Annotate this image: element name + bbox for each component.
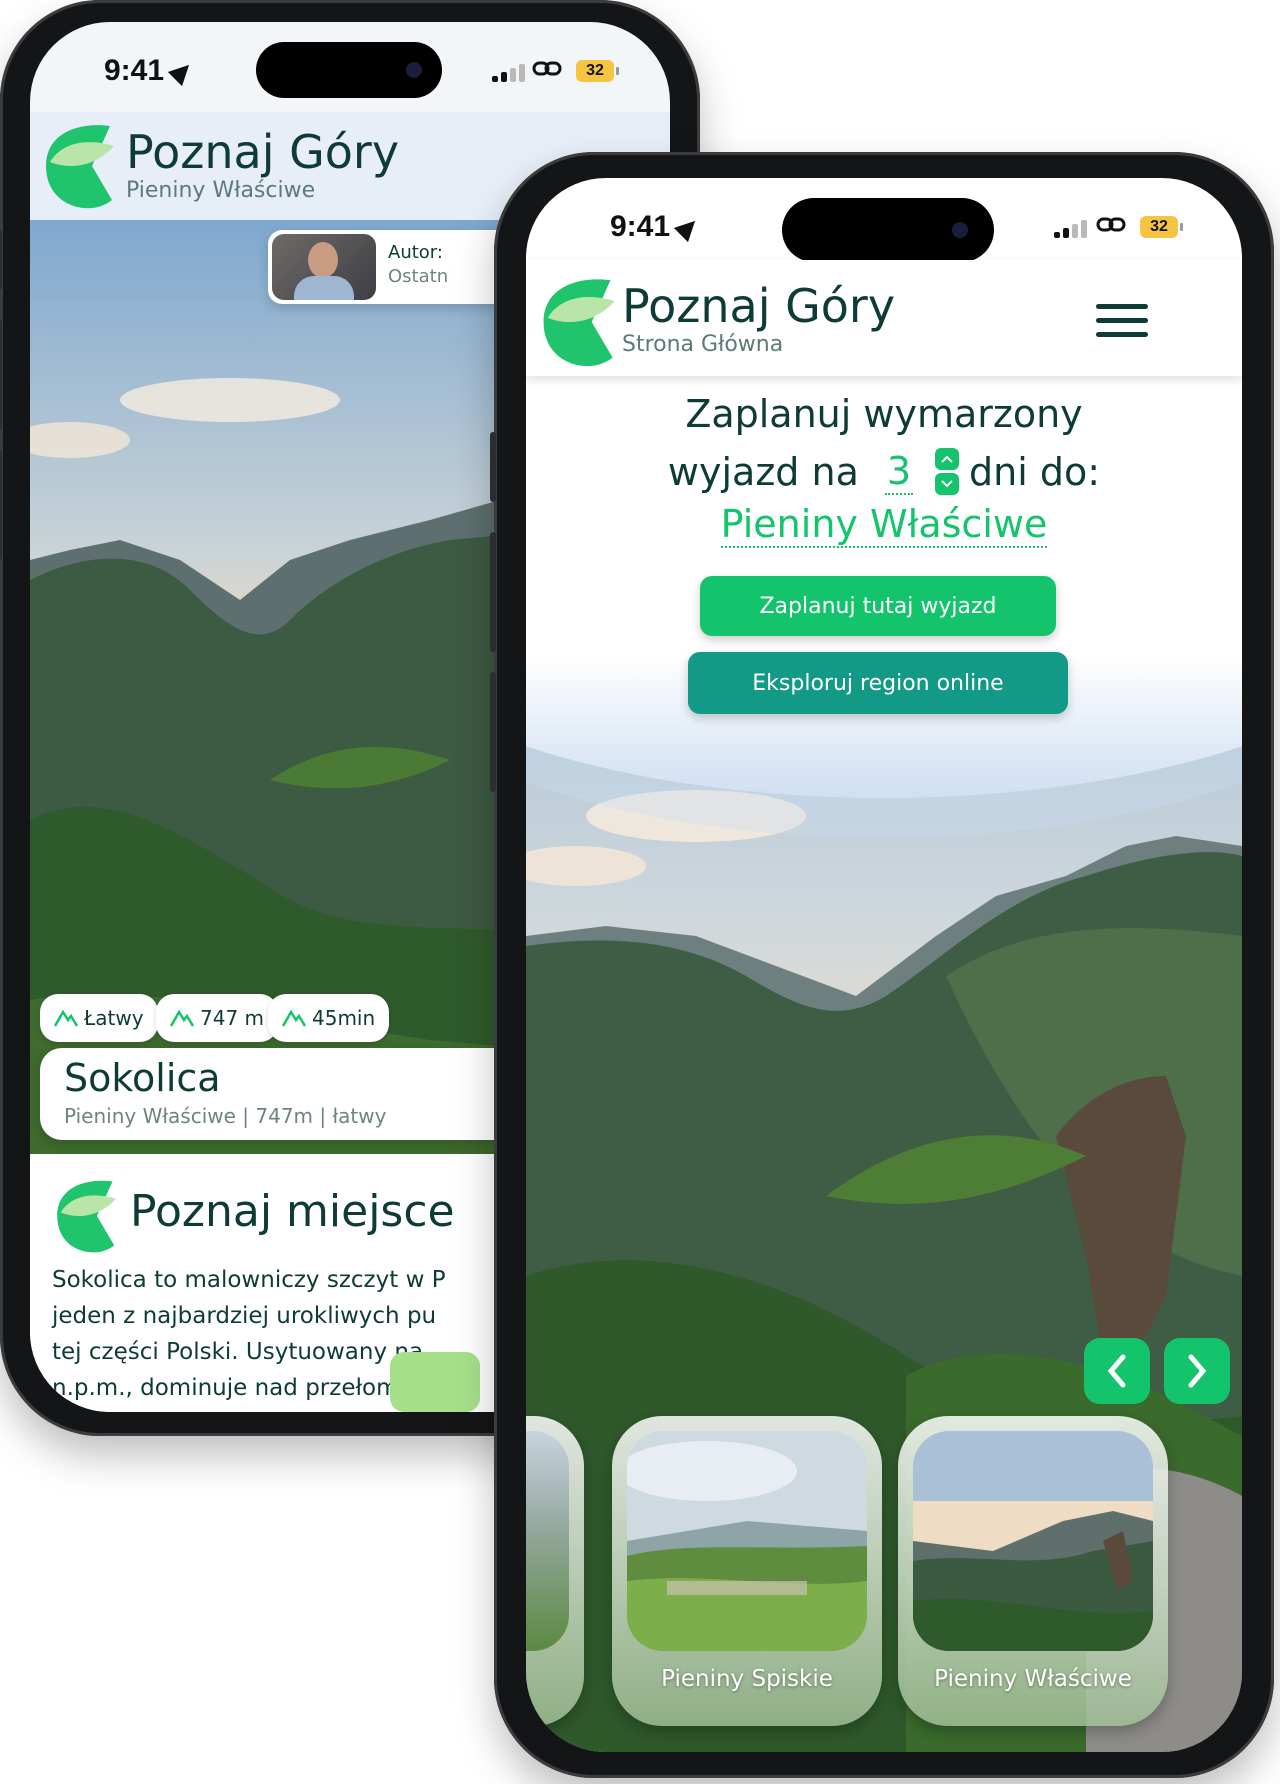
days-stepper[interactable] bbox=[935, 448, 960, 495]
chevron-down-icon[interactable] bbox=[935, 473, 960, 495]
location-icon bbox=[167, 57, 197, 87]
carousel-prev-button[interactable] bbox=[1084, 1338, 1150, 1404]
dynamic-island bbox=[782, 198, 994, 262]
region-label: Pieniny Spiskie bbox=[661, 1666, 833, 1692]
front-screen: 9:41 32 Poznaj Góry Strona Główna Zaplan… bbox=[526, 178, 1242, 1752]
region-thumbnail bbox=[913, 1431, 1153, 1651]
link-icon bbox=[1096, 217, 1126, 232]
region-label: Pieniny Właściwe bbox=[934, 1666, 1132, 1692]
author-sub: Ostatn bbox=[388, 266, 449, 287]
region-card[interactable]: Pieniny Spiskie bbox=[612, 1416, 882, 1726]
planner-line1: Zaplanuj wymarzony bbox=[685, 392, 1083, 436]
place-meta: Pieniny Właściwe | 747m | łatwy bbox=[64, 1104, 387, 1128]
link-icon bbox=[532, 61, 562, 76]
side-button bbox=[490, 432, 496, 502]
description-line: Sokolica to malowniczy szczyt w P bbox=[52, 1267, 446, 1293]
destination-label: Pieniny Właściwe bbox=[720, 502, 1048, 548]
signal-icon bbox=[1054, 218, 1087, 238]
side-button bbox=[0, 320, 2, 430]
region-card[interactable] bbox=[526, 1416, 584, 1726]
camera-icon bbox=[406, 62, 422, 78]
brand: Poznaj Góry Strona Główna bbox=[622, 280, 895, 357]
status-bar: 9:41 32 bbox=[30, 42, 670, 112]
chevron-up-icon[interactable] bbox=[935, 448, 960, 470]
signal-icon bbox=[492, 62, 525, 82]
battery-icon: 32 bbox=[576, 60, 619, 82]
chip-label: Łatwy bbox=[84, 1006, 144, 1030]
side-button bbox=[490, 532, 496, 652]
planner-panel bbox=[526, 318, 1242, 798]
plan-trip-button[interactable]: Zaplanuj tutaj wyjazd bbox=[700, 576, 1056, 636]
front-phone: 9:41 32 Poznaj Góry Strona Główna Zaplan… bbox=[490, 152, 1274, 1778]
planner-prefix: wyjazd na bbox=[667, 449, 859, 494]
logo-icon bbox=[46, 125, 114, 209]
logo-icon bbox=[543, 279, 615, 367]
explore-region-button[interactable]: Eksploruj region online bbox=[688, 652, 1068, 714]
mountain-icon bbox=[282, 1009, 306, 1027]
dynamic-island bbox=[256, 42, 442, 98]
planner-line2: wyjazd na 3 dni do: bbox=[526, 448, 1242, 495]
floating-button[interactable] bbox=[390, 1352, 480, 1412]
chevron-left-icon bbox=[1107, 1354, 1126, 1388]
chevron-right-icon bbox=[1188, 1354, 1207, 1388]
place-title: Sokolica bbox=[64, 1056, 221, 1100]
app-title: Poznaj Góry bbox=[622, 279, 896, 333]
app-title: Poznaj Góry bbox=[126, 125, 400, 179]
battery-icon: 32 bbox=[1140, 216, 1183, 238]
side-button bbox=[0, 450, 2, 560]
brand: Poznaj Góry Pieniny Właściwe bbox=[126, 126, 399, 203]
difficulty-chip: Łatwy bbox=[40, 994, 158, 1042]
side-button bbox=[490, 672, 496, 792]
status-time: 9:41 bbox=[610, 210, 703, 244]
days-input[interactable]: 3 bbox=[884, 449, 914, 495]
menu-icon[interactable] bbox=[1096, 304, 1148, 338]
destination-select[interactable]: Pieniny Właściwe bbox=[526, 502, 1242, 548]
status-bar: 9:41 32 bbox=[526, 198, 1242, 268]
section-title: Poznaj miejsce bbox=[130, 1186, 455, 1237]
location-icon bbox=[673, 213, 703, 243]
author-label: Autor: bbox=[388, 242, 443, 263]
region-thumbnail bbox=[526, 1431, 569, 1651]
mountain-icon bbox=[54, 1009, 78, 1027]
description-line: jeden z najbardziej urokliwych pu bbox=[52, 1303, 437, 1329]
planner-suffix: dni do: bbox=[969, 449, 1101, 494]
app-subtitle: Pieniny Właściwe bbox=[126, 178, 316, 203]
app-header: Poznaj Góry Strona Główna bbox=[526, 260, 1242, 376]
duration-chip: 45min bbox=[268, 994, 390, 1042]
region-thumbnail bbox=[627, 1431, 867, 1651]
side-button bbox=[0, 230, 2, 290]
status-time: 9:41 bbox=[104, 54, 197, 88]
app-subtitle: Strona Główna bbox=[622, 332, 784, 357]
logo-icon bbox=[57, 1180, 116, 1253]
camera-icon bbox=[952, 222, 968, 238]
chip-label: 45min bbox=[312, 1006, 376, 1030]
region-card[interactable]: Pieniny Właściwe bbox=[898, 1416, 1168, 1726]
mountain-icon bbox=[170, 1009, 194, 1027]
carousel-next-button[interactable] bbox=[1164, 1338, 1230, 1404]
chip-label: 747 m bbox=[200, 1006, 265, 1030]
elevation-chip: 747 m bbox=[156, 994, 279, 1042]
avatar bbox=[272, 234, 376, 300]
